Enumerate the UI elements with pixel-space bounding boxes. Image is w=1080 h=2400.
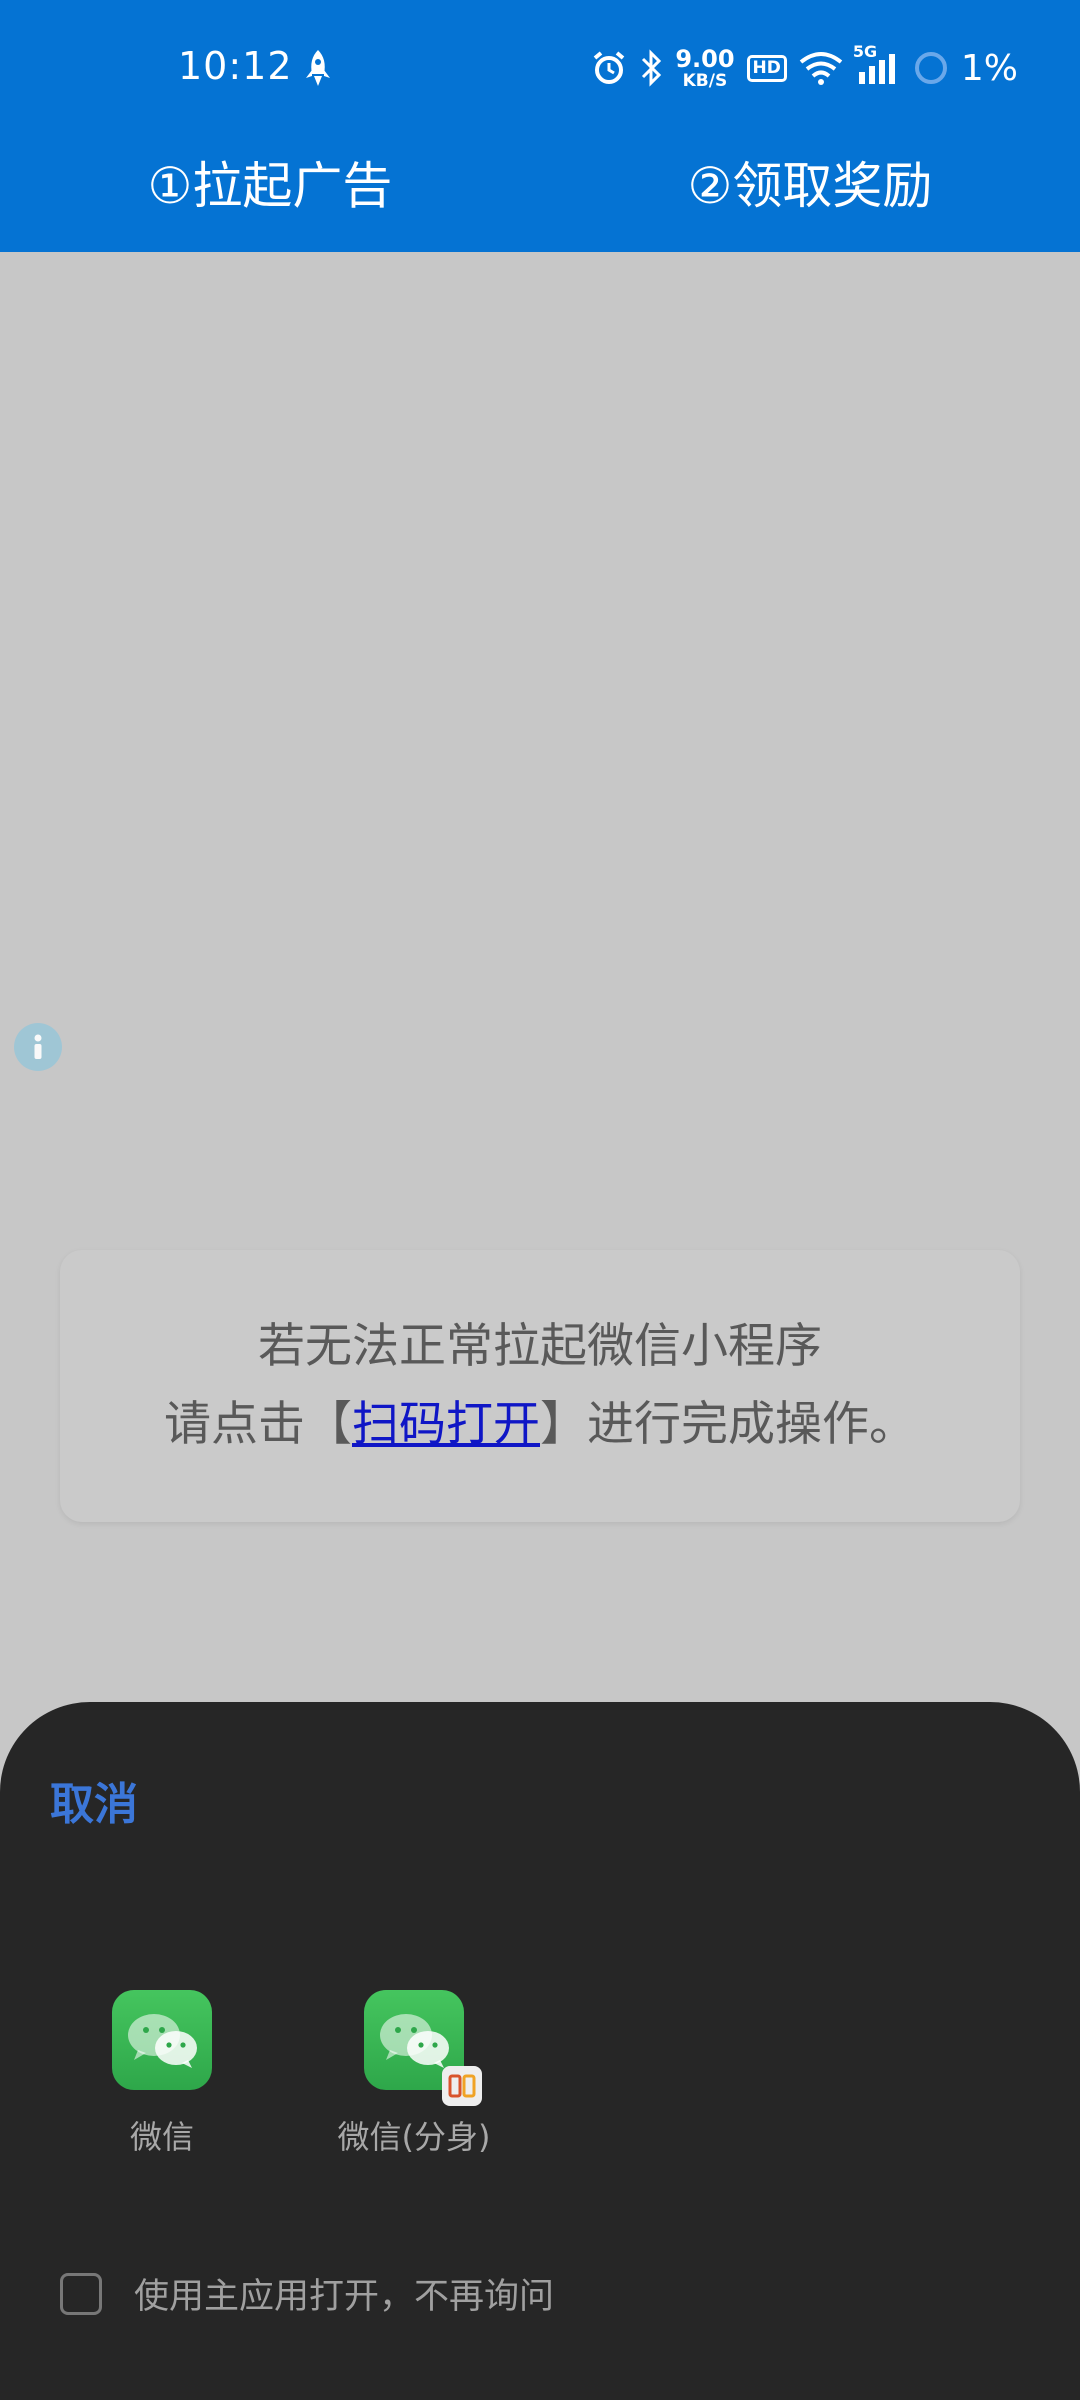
net-speed-unit: KB/S bbox=[682, 70, 728, 91]
tab-launch-ad[interactable]: ①拉起广告 bbox=[0, 140, 540, 224]
network-speed: 9.00 KB/S bbox=[675, 47, 734, 90]
notice-card: 若无法正常拉起微信小程序 请点击【扫码打开】进行完成操作。 bbox=[60, 1250, 1020, 1522]
app-label-wechat-clone: 微信(分身) bbox=[337, 2118, 491, 2156]
alarm-icon bbox=[591, 50, 627, 86]
notice-prefix: 请点击【 bbox=[164, 1397, 352, 1452]
net-speed-value: 9.00 bbox=[675, 44, 735, 73]
battery-percentage: 1% bbox=[960, 47, 1018, 89]
wechat-icon bbox=[112, 1990, 212, 2090]
notice-line-2: 请点击【扫码打开】进行完成操作。 bbox=[164, 1386, 916, 1464]
scan-open-link[interactable]: 扫码打开 bbox=[352, 1397, 540, 1452]
wechat-clone-icon bbox=[364, 1990, 482, 2106]
wifi-icon bbox=[799, 50, 843, 86]
remember-label: 使用主应用打开，不再询问 bbox=[134, 2277, 555, 2317]
battery-ring-icon bbox=[913, 50, 949, 86]
clone-badge-icon bbox=[442, 2066, 482, 2106]
hd-badge: HD bbox=[746, 54, 787, 82]
network-type: 5G bbox=[852, 42, 878, 61]
notice-suffix: 】进行完成操作。 bbox=[540, 1397, 916, 1452]
app-option-wechat[interactable]: 微信 bbox=[42, 1990, 282, 2158]
status-time: 10:12 bbox=[178, 44, 293, 88]
cancel-button[interactable]: 取消 bbox=[50, 1768, 138, 1832]
remember-choice-row[interactable]: 使用主应用打开，不再询问 bbox=[60, 2268, 554, 2319]
cellular-signal-icon: 5G bbox=[853, 42, 901, 86]
bluetooth-icon bbox=[639, 49, 663, 87]
app-label-wechat: 微信 bbox=[129, 2118, 194, 2156]
rocket-icon bbox=[302, 48, 334, 88]
app-chooser-sheet: 取消 微信 微信(分身) 使用主应用打开，不再询问 bbox=[0, 1702, 1080, 2400]
remember-checkbox[interactable] bbox=[60, 2272, 102, 2315]
notice-line-1: 若无法正常拉起微信小程序 bbox=[258, 1319, 822, 1374]
app-option-wechat-clone[interactable]: 微信(分身) bbox=[294, 1990, 534, 2158]
info-icon[interactable] bbox=[14, 1023, 62, 1071]
header: 10:12 9.00 KB/S HD 5G 1% ①拉起广告 ②领取奖励 bbox=[0, 0, 1080, 252]
tab-bar: ①拉起广告 ②领取奖励 bbox=[0, 140, 1080, 224]
tab-claim-reward[interactable]: ②领取奖励 bbox=[540, 140, 1080, 224]
status-icons: 9.00 KB/S HD 5G 1% bbox=[591, 42, 1018, 92]
